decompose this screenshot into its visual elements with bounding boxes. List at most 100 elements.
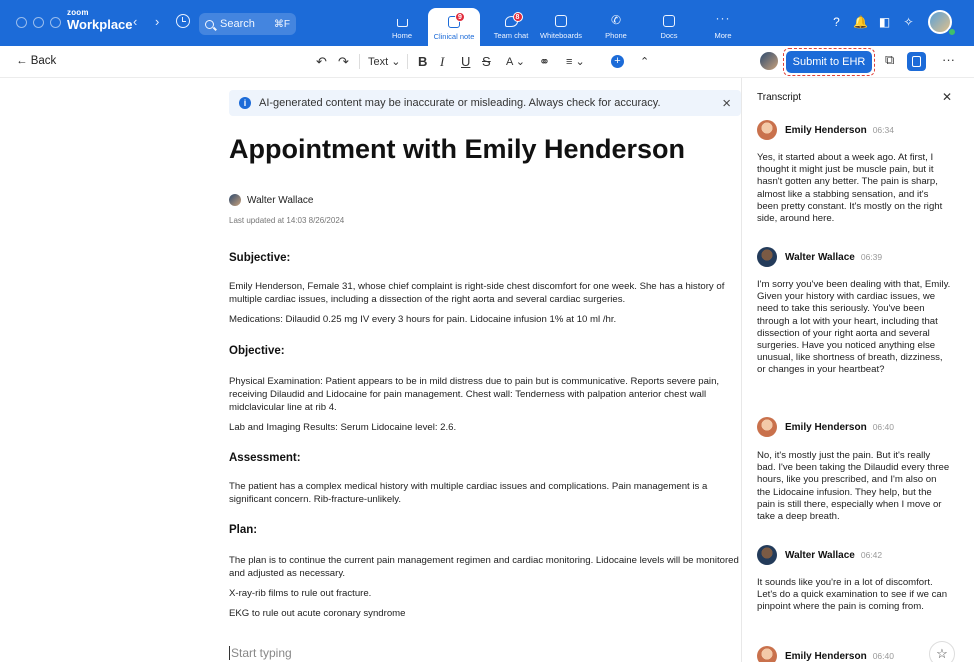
insert-icon[interactable]: + — [611, 55, 624, 68]
text-style-dropdown[interactable]: Text ⌄ — [368, 55, 400, 68]
tab-label: Docs — [660, 31, 678, 40]
top-bar: zoom Workplace ‹ › Search ⌘F Home 9 Clin… — [0, 0, 974, 46]
section-heading: Plan: — [229, 524, 258, 536]
transcript-title: Transcript — [757, 92, 802, 103]
home-icon — [396, 19, 408, 27]
forward-arrow-icon[interactable]: › — [155, 14, 159, 29]
transcript-panel[interactable]: Transcript ✕ Emily Henderson 06:34 Yes, … — [741, 78, 974, 662]
tab-label: Phone — [605, 31, 627, 40]
tab-home[interactable]: Home — [378, 0, 426, 46]
transcript-text: Yes, it started about a week ago. At fir… — [757, 152, 943, 225]
note-panel-icon[interactable] — [907, 52, 926, 71]
brand-name: Workplace — [67, 17, 133, 32]
submit-highlight: Submit to EHR — [783, 48, 875, 76]
whiteboard-icon — [555, 15, 567, 27]
link-icon[interactable]: ⚭ — [539, 54, 550, 70]
avatar — [757, 120, 777, 140]
underline-icon[interactable]: U — [461, 54, 470, 69]
submit-to-ehr-button[interactable]: Submit to EHR — [786, 51, 872, 73]
tab-docs[interactable]: Docs — [645, 0, 693, 46]
strikethrough-icon[interactable]: S — [482, 54, 491, 69]
app-brand: zoom Workplace — [67, 8, 133, 32]
speaker-name: Walter Wallace — [785, 251, 855, 263]
back-arrow-icon[interactable]: ‹ — [133, 14, 137, 29]
avatar — [757, 646, 777, 662]
transcript-text: No, it's mostly just the pain. But it's … — [757, 450, 950, 523]
star-icon[interactable]: ☆ — [929, 641, 955, 662]
paragraph: The patient has a complex medical histor… — [229, 481, 708, 505]
tab-label: Clinical note — [433, 32, 475, 41]
tab-clinical-note[interactable]: 9 Clinical note — [428, 8, 480, 46]
tab-team-chat[interactable]: 8 Team chat — [487, 0, 535, 46]
help-icon[interactable]: ? — [829, 14, 844, 29]
timestamp: 06:42 — [860, 550, 883, 560]
author-name: Walter Wallace — [247, 194, 314, 206]
phone-icon: ✆ — [610, 13, 622, 27]
paragraph: Emily Henderson, Female 31, whose chief … — [229, 281, 725, 305]
paragraph: EKG to rule out acute coronary syndrome — [229, 608, 406, 619]
close-icon[interactable]: × — [722, 95, 731, 112]
last-updated: Last updated at 14:03 8/26/2024 — [229, 216, 345, 225]
brand-small: zoom — [67, 8, 89, 17]
redo-icon[interactable]: ↷ — [338, 54, 349, 70]
close-icon[interactable]: ✕ — [942, 90, 952, 104]
collaborator-avatar[interactable] — [760, 52, 778, 70]
tab-label: More — [714, 31, 732, 40]
clinical-note-icon: 9 — [448, 12, 465, 28]
transcript-text: It sounds like you're in a lot of discom… — [757, 577, 948, 613]
search-icon — [205, 19, 214, 29]
page-title: Appointment with Emily Henderson — [229, 134, 686, 164]
collapse-icon[interactable]: ⌃ — [640, 55, 649, 68]
search-label: Search — [220, 18, 255, 30]
timestamp: 06:40 — [872, 422, 894, 432]
avatar — [229, 194, 241, 206]
paragraph: Physical Examination: Patient appears to… — [229, 376, 720, 413]
notification-badge: 9 — [455, 12, 465, 22]
panel-icon[interactable]: ◧ — [877, 14, 892, 29]
font-color-icon[interactable]: A ⌄ — [506, 55, 525, 68]
docs-icon — [663, 15, 675, 27]
tab-phone[interactable]: ✆ Phone — [592, 0, 640, 46]
more-options-icon[interactable]: ··· — [942, 52, 955, 67]
tab-whiteboards[interactable]: Whiteboards — [537, 0, 585, 46]
avatar — [757, 417, 777, 437]
copy-icon[interactable]: ⧉ — [885, 52, 894, 68]
section-heading: Assessment: — [229, 452, 301, 464]
window-controls[interactable] — [16, 17, 61, 28]
timestamp: 06:40 — [872, 651, 894, 661]
bold-icon[interactable]: B — [418, 54, 427, 69]
tab-label: Whiteboards — [539, 31, 583, 40]
italic-icon[interactable]: I — [440, 54, 444, 70]
avatar — [757, 545, 777, 565]
undo-icon[interactable]: ↶ — [316, 54, 327, 70]
more-icon: ··· — [715, 11, 731, 25]
speaker-name: Emily Henderson — [785, 421, 867, 433]
speaker-name: Emily Henderson — [785, 650, 867, 662]
paragraph: Medications: Dilaudid 0.25 mg IV every 3… — [229, 314, 617, 325]
tab-label: Team chat — [493, 31, 529, 40]
notification-badge: 8 — [512, 12, 523, 22]
bell-icon[interactable]: 🔔 — [853, 14, 868, 29]
section-heading: Objective: — [229, 345, 285, 357]
search-input[interactable]: Search ⌘F — [199, 13, 296, 35]
editor-input[interactable]: Start typing — [229, 646, 292, 660]
sparkle-icon[interactable]: ✧ — [901, 14, 916, 29]
timestamp: 06:34 — [872, 125, 894, 135]
chat-icon: 8 — [504, 12, 523, 27]
speaker-name: Walter Wallace — [785, 549, 855, 561]
paragraph: X-ray-rib films to rule out fracture. — [229, 588, 372, 599]
ai-warning-banner: i AI-generated content may be inaccurate… — [229, 90, 741, 116]
search-shortcut: ⌘F — [273, 18, 290, 30]
speaker-header: Emily Henderson 06:34 — [757, 120, 894, 140]
tab-label: Home — [391, 31, 412, 40]
history-icon[interactable] — [176, 14, 190, 28]
tab-more[interactable]: ··· More — [699, 0, 747, 46]
section-heading: Subjective: — [229, 252, 291, 264]
avatar — [757, 247, 777, 267]
align-icon[interactable]: ≡ ⌄ — [566, 55, 585, 68]
author: Walter Wallace — [229, 194, 314, 206]
speaker-header: Emily Henderson 06:40 — [757, 646, 894, 662]
paragraph: The plan is to continue the current pain… — [229, 555, 739, 579]
back-button[interactable]: ← Back — [16, 55, 56, 67]
speaker-name: Emily Henderson — [785, 124, 867, 136]
